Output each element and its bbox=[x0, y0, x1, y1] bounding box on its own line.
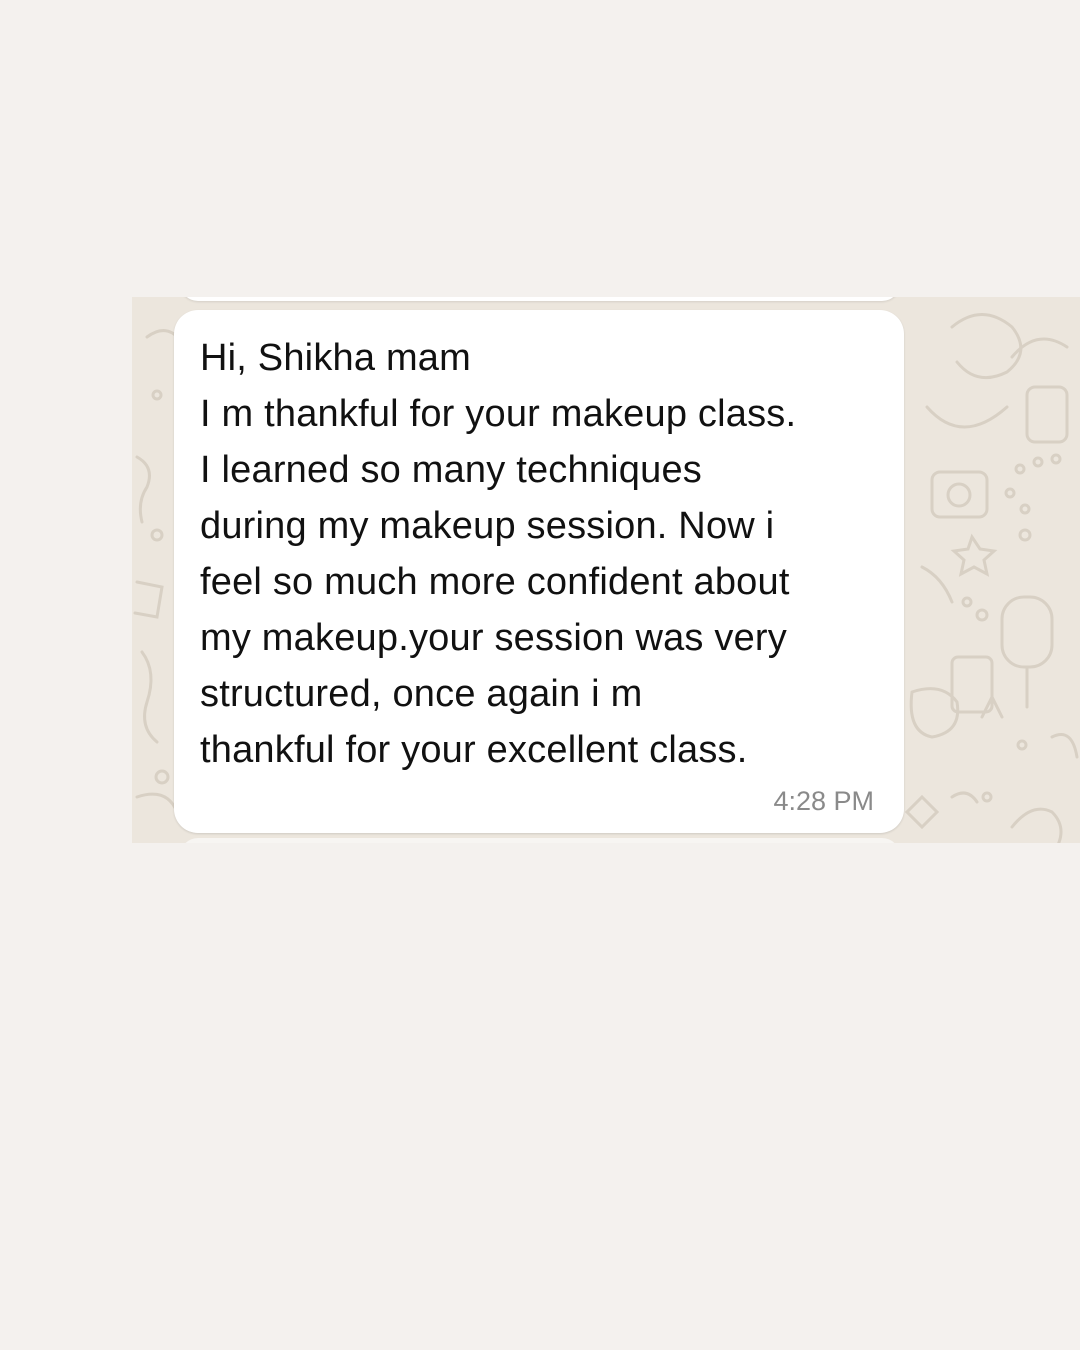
doodle-circle bbox=[1050, 453, 1062, 465]
doodle-shape bbox=[135, 792, 179, 814]
doodle-circle bbox=[961, 596, 973, 608]
doodle-circle bbox=[1019, 503, 1031, 515]
doodle-shape bbox=[1050, 733, 1079, 759]
message-timestamp: 4:28 PM bbox=[773, 786, 874, 816]
doodle-shape bbox=[925, 405, 1009, 429]
doodle-shape bbox=[140, 650, 159, 744]
doodle-shape bbox=[1025, 385, 1069, 444]
next-message-bubble-edge bbox=[180, 838, 900, 843]
doodle-circle bbox=[1014, 463, 1026, 475]
doodle-shape bbox=[950, 533, 998, 577]
doodle-shape bbox=[135, 455, 151, 524]
doodle-circle bbox=[1032, 456, 1044, 468]
doodle-shape bbox=[133, 580, 164, 619]
doodle-circle bbox=[151, 389, 163, 401]
doodle-circle bbox=[981, 791, 993, 803]
doodle-circle bbox=[1016, 739, 1028, 751]
doodle-shape bbox=[1010, 807, 1063, 843]
doodle-shape bbox=[950, 313, 1023, 380]
doodle-circle bbox=[975, 608, 989, 622]
doodle-shape bbox=[1000, 595, 1054, 669]
doodle-shape bbox=[909, 687, 960, 739]
doodle-shape bbox=[904, 794, 940, 830]
doodle-circle bbox=[150, 528, 164, 542]
doodle-circle bbox=[946, 482, 972, 508]
chat-panel[interactable]: Hi, Shikha mam I m thankful for your mak… bbox=[132, 297, 1080, 843]
doodle-shape bbox=[920, 565, 954, 604]
previous-message-bubble-edge bbox=[180, 297, 900, 301]
doodle-circle bbox=[1018, 528, 1032, 542]
doodle-shape bbox=[950, 791, 979, 804]
doodle-circle bbox=[154, 769, 170, 785]
doodle-shape bbox=[930, 470, 989, 519]
message-bubble[interactable]: Hi, Shikha mam I m thankful for your mak… bbox=[174, 310, 904, 833]
message-text: Hi, Shikha mam I m thankful for your mak… bbox=[200, 337, 797, 771]
doodle-circle bbox=[1004, 487, 1016, 499]
